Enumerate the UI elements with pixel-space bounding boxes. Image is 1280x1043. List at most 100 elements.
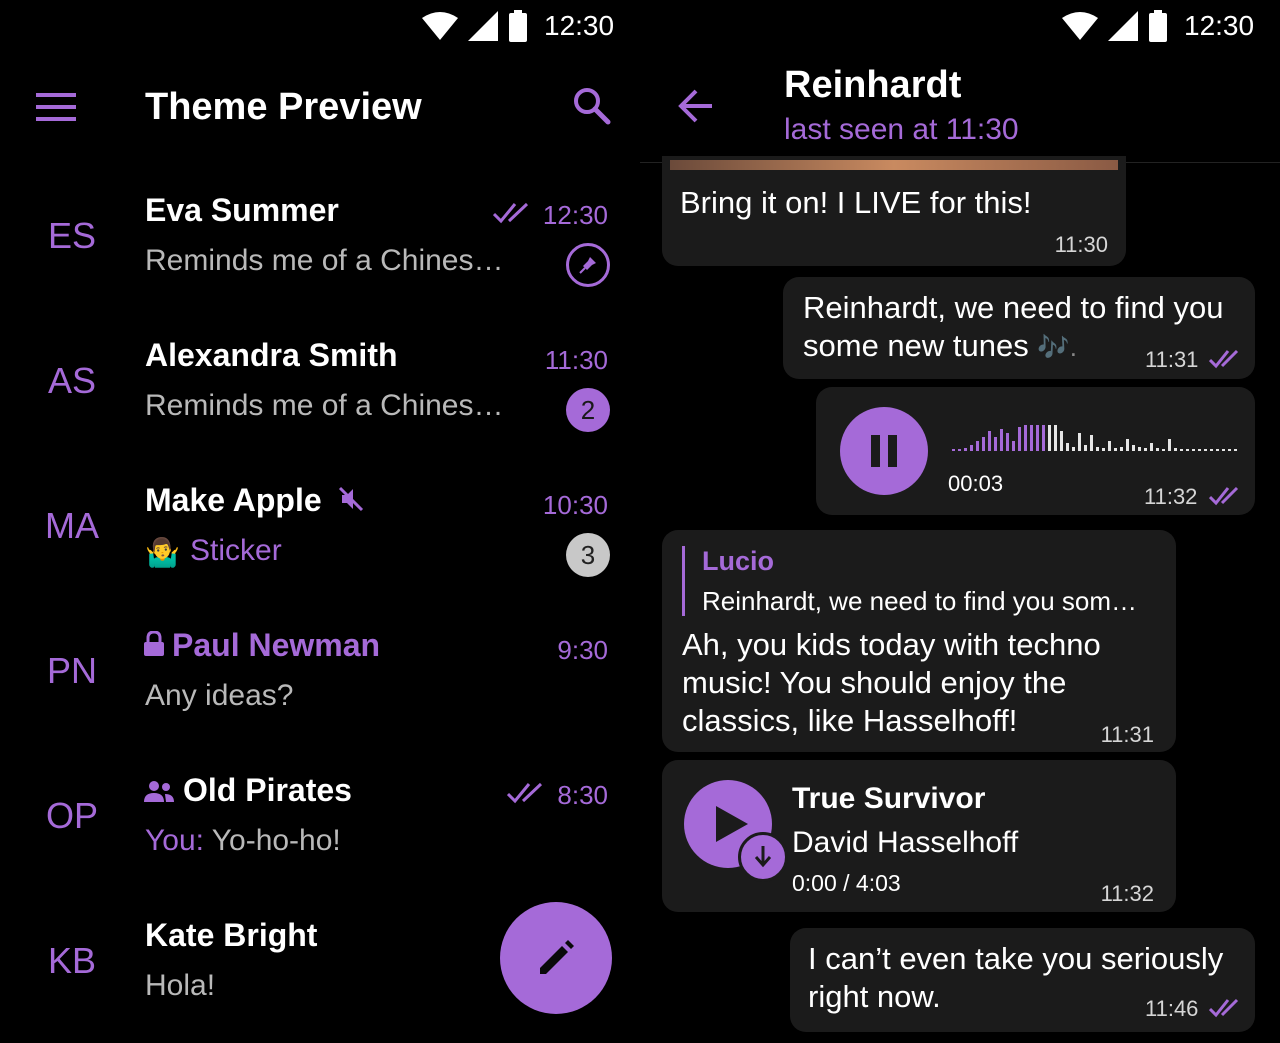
chat-preview: Any ideas? [145,679,294,712]
chat-row-paul-newman[interactable]: PN Paul Newman Any ideas? 9:30 [0,595,640,740]
chat-row-make-apple[interactable]: MA Make Apple 🤷‍♂️ Sticker 10:30 3 [0,450,640,595]
chat-name: Make Apple [145,482,322,518]
chat-preview: Reminds me of a Chines… [145,389,504,422]
message-text-line: classics, like Hasselhoff! [682,703,1018,738]
waveform-bar [1048,425,1051,451]
waveform-bar [970,445,973,451]
waveform-bar [1192,449,1195,451]
waveform-bar [964,448,967,451]
page-title: Theme Preview [145,86,422,128]
message-incoming[interactable]: Bring it on! I LIVE for this! 11:30 [662,156,1126,266]
back-arrow-icon[interactable] [678,89,714,123]
waveform-bar [1162,449,1165,451]
chat-row-old-pirates[interactable]: OP Old Pirates You: Yo-ho-ho! 8:30 [0,740,640,885]
chat-list-pane: 12:30 Theme Preview ES Eva Summer Remind… [0,0,640,1043]
battery-icon [509,10,527,42]
music-notes-emoji-icon: 🎶. [1037,332,1077,362]
battery-icon [1149,10,1167,42]
waveform-bar [988,431,991,451]
waveform-bar [1120,447,1123,451]
menu-icon[interactable] [36,92,76,122]
chat-row-alexandra-smith[interactable]: AS Alexandra Smith Reminds me of a Chine… [0,305,640,450]
avatar: PN [46,650,97,691]
avatar: MA [45,505,99,546]
waveform-bar [1102,448,1105,451]
contact-name[interactable]: Reinhardt [784,64,961,107]
waveform-bar [1036,425,1039,451]
waveform-bar [1108,441,1111,451]
waveform-bar [1144,448,1147,451]
chat-name: Kate Bright [145,917,318,953]
signal-icon [468,11,498,41]
message-outgoing[interactable]: Reinhardt, we need to find you some new … [783,277,1255,379]
reply-text: Reinhardt, we need to find you som… [702,586,1138,616]
track-title: True Survivor [792,782,986,815]
message-time: 11:46 [1145,996,1199,1021]
message-outgoing[interactable]: I can’t even take you seriously right no… [790,928,1255,1032]
message-time: 11:32 [1144,484,1198,509]
chat-row-eva-summer[interactable]: ES Eva Summer Reminds me of a Chines… 12… [0,160,640,305]
pencil-icon [540,940,574,974]
waveform-bar [1030,425,1033,451]
chat-name: Paul Newman [172,627,381,663]
waveform-bar [1204,449,1207,451]
chat-time: 11:30 [544,345,608,375]
waveform-bar [994,437,997,451]
waveform-bar [976,441,979,451]
message-text-line: Ah, you kids today with techno [682,627,1101,662]
waveform-bar [1150,443,1153,451]
search-icon[interactable] [572,86,612,126]
waveform-bar [1198,449,1201,451]
waveform[interactable] [952,421,1242,453]
message-text-line: some new tunes 🎶. [803,327,1077,366]
preview-sender: You: [145,824,204,857]
message-text: Bring it on! I LIVE for this! [680,185,1032,220]
read-receipt-icon [493,202,529,224]
message-text-line: right now. [808,979,941,1014]
waveform-bar [1210,449,1213,451]
chat-name: Old Pirates [183,772,352,808]
chat-time: 9:30 [557,635,608,665]
unread-badge: 2 [566,388,610,432]
pause-button[interactable] [840,407,928,495]
waveform-bar [1090,435,1093,451]
waveform-bar [1096,447,1099,451]
photo-strip [670,160,1118,170]
compose-button[interactable] [500,902,612,1014]
chat-name: Eva Summer [145,192,339,228]
play-icon [716,806,748,842]
waveform-bar [1180,449,1183,451]
lock-icon [144,631,164,656]
voice-elapsed: 00:03 [948,471,1004,496]
message-time: 11:32 [1100,881,1154,906]
avatar: AS [47,360,97,401]
conversation-pane: 12:30 Reinhardt last seen at 11:30 Bring… [640,0,1280,1043]
pause-icon [871,435,897,467]
read-receipt-icon [1209,486,1239,506]
chat-preview: Hola! [145,969,216,1002]
waveform-bar [1000,429,1003,451]
waveform-bar [1234,449,1237,451]
download-button[interactable] [738,832,788,882]
waveform-bar [1156,448,1159,451]
reply-bar [682,546,685,616]
voice-message[interactable]: 00:03 11:32 [816,387,1255,515]
avatar: OP [45,795,98,836]
wifi-icon [422,12,458,40]
status-bar-left: 12:30 [422,6,614,46]
track-progress: 0:00 / 4:03 [792,870,901,896]
avatar: ES [47,215,97,256]
status-time: 12:30 [544,10,615,41]
waveform-bar [1138,447,1141,451]
message-time: 11:31 [1100,722,1154,747]
preview-text: Yo-ho-ho! [203,824,341,857]
chat-preview: Reminds me of a Chines… [145,244,504,277]
message-incoming-reply[interactable]: Lucio Reinhardt, we need to find you som… [662,530,1176,752]
read-receipt-icon [1209,349,1239,369]
audio-message[interactable]: True Survivor David Hasselhoff 0:00 / 4:… [662,760,1176,912]
message-time: 11:30 [1054,232,1108,257]
chat-time: 12:30 [542,200,608,230]
signal-icon [1108,11,1138,41]
read-receipt-icon [507,782,543,804]
waveform-bar [1084,445,1087,451]
